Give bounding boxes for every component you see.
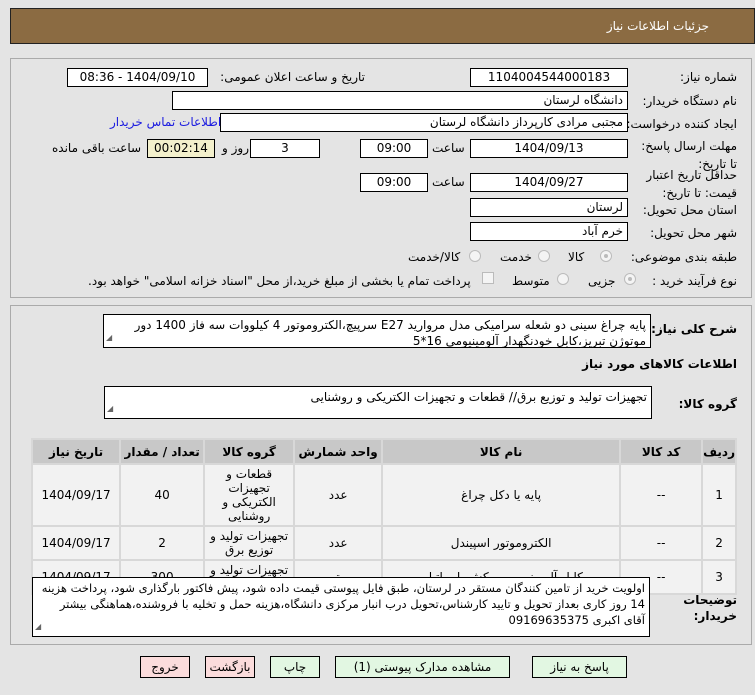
category-radio-goods[interactable] — [600, 250, 612, 262]
col-header-group: گروه کالا — [205, 440, 294, 463]
creator-field: مجتبی مرادی کارپرداز دانشگاه لرستان — [220, 113, 628, 132]
province-field: لرستان — [470, 198, 628, 217]
group-label: گروه کالا: — [678, 397, 737, 411]
col-header-quantity: تعداد / مقدار — [121, 440, 204, 463]
page-title: جزئیات اطلاعات نیاز — [606, 19, 709, 33]
announce-field: 1404/09/10 - 08:36 — [67, 68, 208, 87]
group-text: تجهیزات تولید و توزیع برق// قطعات و تجهی… — [310, 390, 647, 404]
notes-text: اولویت خرید از تامین کنندگان مستقر در لر… — [41, 581, 645, 627]
category-label: طبقه بندی موضوعی: — [630, 250, 737, 264]
resize-grip-icon[interactable]: ◢ — [106, 330, 112, 346]
cell-name: الکتروموتور اسپیندل — [383, 527, 620, 559]
col-header-name: نام کالا — [383, 440, 620, 463]
process-radio-minor[interactable] — [624, 273, 636, 285]
group-field: تجهیزات تولید و توزیع برق// قطعات و تجهی… — [104, 386, 652, 419]
validity-date-field: 1404/09/27 — [470, 173, 628, 192]
treasury-payment-note: پرداخت تمام یا بخشی از مبلغ خرید،از محل … — [88, 274, 471, 288]
cell-code: -- — [621, 527, 702, 559]
category-radio-both[interactable] — [469, 250, 481, 262]
category-goods-label: کالا — [568, 250, 585, 264]
creator-label: ایجاد کننده درخواست: — [626, 117, 737, 131]
description-field: پایه چراغ سینی دو شعله سرامیکی مدل مروار… — [103, 314, 651, 348]
cell-quantity: 2 — [121, 527, 204, 559]
buyer-label: نام دستگاه خریدار: — [642, 94, 738, 108]
col-header-date: تاریخ نیاز — [33, 440, 120, 463]
days-label: روز و — [222, 141, 249, 155]
cell-unit: عدد — [295, 527, 382, 559]
cell-date: 1404/09/17 — [33, 527, 120, 559]
notes-field: اولویت خرید از تامین کنندگان مستقر در لر… — [32, 577, 650, 637]
process-radio-medium[interactable] — [557, 273, 569, 285]
description-label: شرح کلی نیاز: — [651, 322, 737, 336]
process-medium-label: متوسط — [512, 274, 550, 288]
remaining-time-field: 00:02:14 — [147, 139, 215, 158]
exit-button[interactable]: خروج — [140, 656, 190, 678]
page-header: جزئیات اطلاعات نیاز — [10, 8, 755, 44]
col-header-code: کد کالا — [621, 440, 702, 463]
province-label: استان محل تحویل: — [642, 203, 737, 217]
deadline-time-field: 09:00 — [360, 139, 428, 158]
need-number-label: شماره نیاز: — [680, 70, 737, 84]
process-minor-label: جزیی — [588, 274, 616, 288]
cell-date: 1404/09/17 — [33, 465, 120, 525]
remaining-label: ساعت باقی مانده — [52, 141, 142, 155]
description-text: پایه چراغ سینی دو شعله سرامیکی مدل مروار… — [134, 318, 646, 348]
cell-row-number: 3 — [703, 561, 735, 593]
validity-time-label: ساعت — [432, 175, 465, 189]
table-row: 2 -- الکتروموتور اسپیندل عدد تجهیزات تولید و… — [33, 527, 735, 559]
cell-group: تجهیزات تولید و توزیع برق — [205, 527, 294, 559]
table-row: 1 -- پایه یا دکل چراغ عدد قطعات و تجهیزات ال… — [33, 465, 735, 525]
announce-label: تاریخ و ساعت اعلان عمومی: — [220, 70, 365, 84]
validity-label: حداقل تاریخ اعتبار قیمت: تا تاریخ: — [646, 168, 737, 200]
cell-group: قطعات و تجهیزات الکتریکی و روشنایی — [205, 465, 294, 525]
buyer-field: دانشگاه لرستان — [172, 91, 628, 110]
resize-grip-icon[interactable]: ◢ — [107, 401, 113, 417]
process-label: نوع فرآیند خرید : — [652, 274, 737, 288]
cell-quantity: 40 — [121, 465, 204, 525]
deadline-time-label: ساعت — [432, 141, 465, 155]
print-button[interactable]: چاپ — [270, 656, 320, 678]
days-field: 3 — [250, 139, 320, 158]
notes-label: توضیحات خریدار: — [683, 593, 737, 623]
goods-table: ردیف کد کالا نام کالا واحد شمارش گروه کا… — [31, 438, 737, 595]
view-attachments-button[interactable]: مشاهده مدارک پیوستی (1) — [335, 656, 510, 678]
buyer-contact-link[interactable]: اطلاعات تماس خریدار — [110, 115, 221, 129]
category-service-label: خدمت — [500, 250, 532, 264]
cell-name: پایه یا دکل چراغ — [383, 465, 620, 525]
category-both-label: کالا/خدمت — [408, 250, 461, 264]
city-field: خرم آباد — [470, 222, 628, 241]
reply-button[interactable]: پاسخ به نیاز — [532, 656, 627, 678]
col-header-unit: واحد شمارش — [295, 440, 382, 463]
cell-code: -- — [621, 465, 702, 525]
category-radio-service[interactable] — [538, 250, 550, 262]
table-header-row: ردیف کد کالا نام کالا واحد شمارش گروه کا… — [33, 440, 735, 463]
city-label: شهر محل تحویل: — [650, 226, 737, 240]
cell-row-number: 1 — [703, 465, 735, 525]
back-button[interactable]: بازگشت — [205, 656, 255, 678]
treasury-payment-checkbox[interactable] — [482, 272, 494, 284]
validity-time-field: 09:00 — [360, 173, 428, 192]
cell-unit: عدد — [295, 465, 382, 525]
resize-grip-icon[interactable]: ◢ — [35, 619, 41, 635]
need-number-field: 1104004544000183 — [470, 68, 628, 87]
goods-heading: اطلاعات کالاهای مورد نیاز — [582, 357, 737, 371]
cell-row-number: 2 — [703, 527, 735, 559]
col-header-row-number: ردیف — [703, 440, 735, 463]
deadline-date-field: 1404/09/13 — [470, 139, 628, 158]
